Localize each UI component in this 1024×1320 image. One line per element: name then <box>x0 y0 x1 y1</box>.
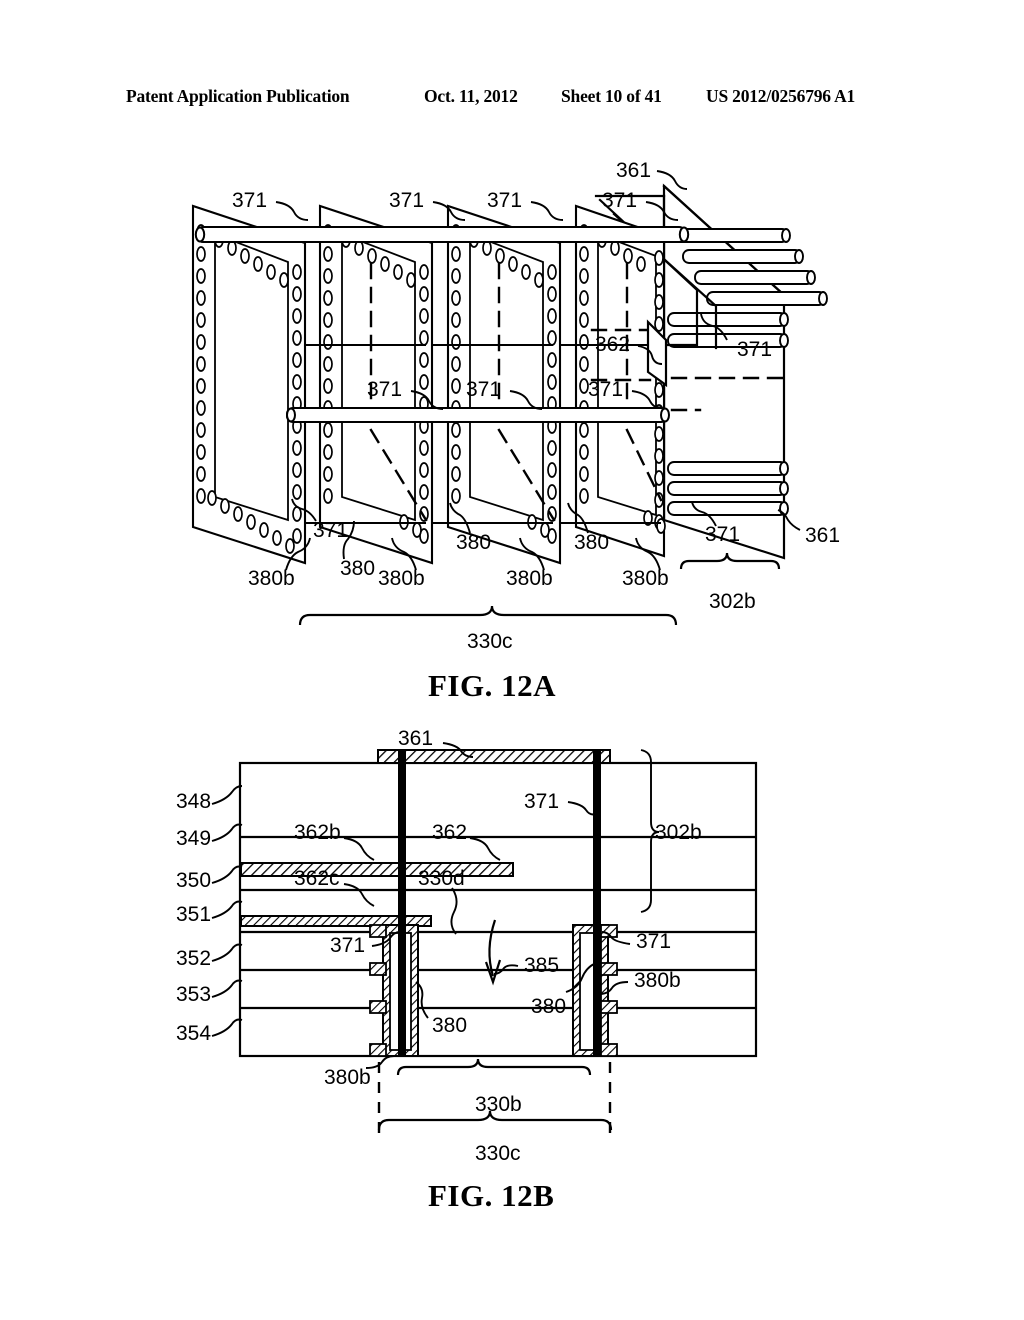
rod <box>694 270 816 285</box>
ref-380: 380 <box>574 531 610 554</box>
ref-354: 354 <box>176 1022 212 1045</box>
rod <box>667 461 789 476</box>
ref-362c: 362c <box>294 867 340 890</box>
rod <box>667 501 789 516</box>
patent-drawing-page: Patent Application Publication Oct. 11, … <box>0 0 1024 1320</box>
brace-330b <box>396 1058 592 1076</box>
ref-371: 371 <box>313 519 349 542</box>
ref-380b: 380b <box>248 567 295 590</box>
brace-302b <box>679 552 781 570</box>
ref-330c: 330c <box>467 630 513 653</box>
ref-352: 352 <box>176 947 212 970</box>
ref-353: 353 <box>176 983 212 1006</box>
film-361 <box>377 749 611 764</box>
rod <box>667 481 789 496</box>
ref-371: 371 <box>232 189 268 212</box>
ref-361: 361 <box>616 159 652 182</box>
ref-362: 362 <box>432 821 468 844</box>
rod <box>667 312 789 327</box>
ref-380b: 380b <box>622 567 669 590</box>
ref-371: 371 <box>588 378 624 401</box>
ref-302b: 302b <box>655 821 702 844</box>
ref-350: 350 <box>176 869 212 892</box>
ref-371: 371 <box>466 378 502 401</box>
figure-12a-caption: FIG. 12A <box>428 668 556 703</box>
ref-330b: 330b <box>475 1093 522 1116</box>
ref-371: 371 <box>705 523 741 546</box>
rod <box>682 249 804 264</box>
ref-380b: 380b <box>378 567 425 590</box>
ref-380: 380 <box>432 1014 468 1037</box>
ref-380: 380 <box>531 995 567 1018</box>
figure-12b-caption: FIG. 12B <box>428 1178 555 1213</box>
ref-371: 371 <box>636 930 672 953</box>
ref-380: 380 <box>340 557 376 580</box>
rod-middle-horizontal <box>286 407 670 423</box>
rod-top-horizontal <box>194 226 690 243</box>
ref-371: 371 <box>389 189 425 212</box>
ref-349: 349 <box>176 827 212 850</box>
ref-361: 361 <box>805 524 841 547</box>
brace-330c <box>298 605 678 626</box>
ref-361: 361 <box>398 727 434 750</box>
figure-12a-drawing <box>191 170 828 626</box>
ref-371: 371 <box>524 790 560 813</box>
ref-380b: 380b <box>506 567 553 590</box>
layer-stack <box>238 761 758 1058</box>
ref-380b: 380b <box>324 1066 371 1089</box>
ref-371: 371 <box>367 378 403 401</box>
ref-330c: 330c <box>475 1142 521 1165</box>
ref-351: 351 <box>176 903 212 926</box>
ref-371: 371 <box>330 934 366 957</box>
ref-371: 371 <box>737 338 773 361</box>
ref-330d: 330d <box>418 867 465 890</box>
rod <box>706 291 828 306</box>
ref-362b: 362b <box>294 821 341 844</box>
ref-371: 371 <box>602 189 638 212</box>
ref-362: 362 <box>595 333 631 356</box>
ref-380: 380 <box>456 531 492 554</box>
ref-380b: 380b <box>634 969 681 992</box>
ref-385: 385 <box>524 954 560 977</box>
ref-302b: 302b <box>709 590 756 613</box>
ref-371: 371 <box>487 189 523 212</box>
ref-348: 348 <box>176 790 212 813</box>
